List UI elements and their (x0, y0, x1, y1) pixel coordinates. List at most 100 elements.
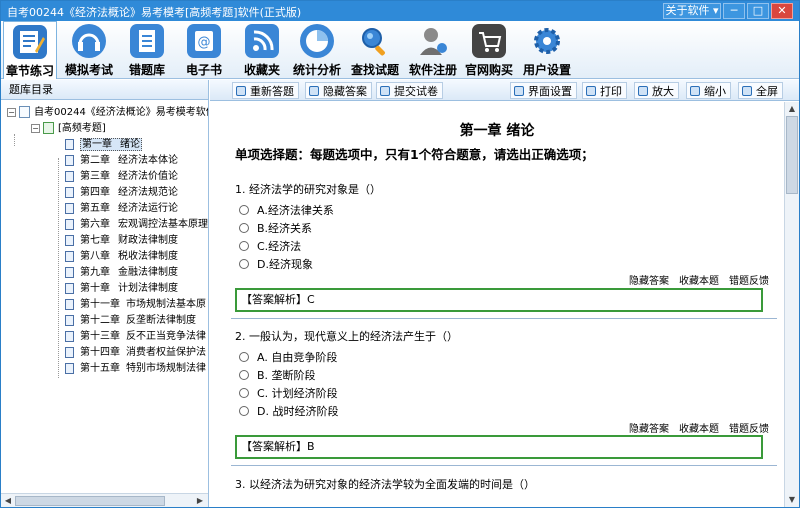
tree-chapter-12[interactable]: 第十二章 反垄断法律制度 (65, 313, 196, 329)
tree-chapter-10[interactable]: 第十章 计划法律制度 (65, 281, 178, 297)
tree-chapter-5[interactable]: 第五章 经济法运行论 (65, 201, 178, 217)
document-icon (65, 154, 74, 166)
toolbar-label: 查找试题 (350, 63, 399, 77)
hide-answers-button[interactable]: 隐藏答案 (305, 82, 372, 99)
tree-root[interactable]: − 自考00244《经济法概论》易考模考软件 (7, 105, 208, 121)
zoom-in-button[interactable]: 放大 (634, 82, 679, 99)
hide-answer-link[interactable]: 隐藏答案 (629, 424, 669, 435)
tree-group[interactable]: − [高频考题] (31, 121, 106, 137)
report-error-link[interactable]: 错题反馈 (729, 276, 769, 287)
toolbar-ebook[interactable]: @ 电子书 (177, 21, 231, 79)
tree-chapter-6[interactable]: 第六章 宏观调控法基本原理 (65, 217, 208, 233)
close-button[interactable]: ✕ (771, 3, 793, 19)
collapse-icon[interactable]: − (31, 123, 40, 133)
tree-chapter-4[interactable]: 第四章 经济法规范论 (65, 185, 178, 201)
toolbar-label: 软件注册 (408, 63, 457, 77)
tree-chapter-8[interactable]: 第八章 税收法律制度 (65, 249, 178, 265)
tree-chapter-1[interactable]: 第一章 绪论 (65, 137, 142, 153)
about-software-button[interactable]: 关于软件 ▾ (663, 3, 721, 19)
toolbar-user-settings[interactable]: 用户设置 (519, 21, 575, 79)
toolbar-favorites[interactable]: 收藏夹 (235, 21, 289, 79)
window-title: 自考00244《经济法概论》易考模考[高频考题]软件(正式版) (7, 6, 302, 19)
scroll-left-icon[interactable]: ◀ (2, 495, 14, 507)
option-b[interactable]: B.经济关系 (239, 220, 312, 236)
zoom-out-icon (690, 86, 700, 96)
folder-icon (43, 122, 54, 134)
toolbar-label: 统计分析 (292, 63, 341, 77)
reset-answers-button[interactable]: 重新答题 (232, 82, 299, 99)
collapse-icon[interactable]: − (7, 107, 16, 117)
document-icon (65, 346, 74, 358)
document-icon (65, 202, 74, 214)
rss-icon (245, 24, 279, 58)
option-b[interactable]: B. 垄断阶段 (239, 367, 316, 383)
scroll-up-icon[interactable]: ▲ (786, 103, 798, 115)
toolbar-buy[interactable]: 官网购买 (461, 21, 517, 79)
refresh-icon (236, 86, 246, 96)
document-icon (65, 282, 74, 294)
favorite-link[interactable]: 收藏本题 (679, 276, 719, 287)
radio-icon[interactable] (239, 352, 249, 362)
tree-chapter-7[interactable]: 第七章 财政法律制度 (65, 233, 178, 249)
tree-chapter-9[interactable]: 第九章 金融法律制度 (65, 265, 178, 281)
tree-chapter-13[interactable]: 第十三章 反不正当竞争法律 (65, 329, 206, 345)
answer-explanation: 【答案解析】C (235, 288, 763, 312)
minimize-button[interactable]: ─ (723, 3, 745, 19)
radio-icon[interactable] (239, 223, 249, 233)
scrollbar-thumb[interactable] (15, 496, 165, 506)
radio-icon[interactable] (239, 370, 249, 380)
option-a[interactable]: A.经济法律关系 (239, 202, 334, 218)
pie-chart-icon (300, 24, 334, 58)
document-icon (65, 234, 74, 246)
radio-icon[interactable] (239, 388, 249, 398)
hide-answer-link[interactable]: 隐藏答案 (629, 276, 669, 287)
question-instruction: 单项选择题：每题选项中，只有1个符合题意，请选出正确选项； (235, 147, 594, 162)
document-icon (65, 186, 74, 198)
radio-icon[interactable] (239, 205, 249, 215)
tree-chapter-2[interactable]: 第二章 经济法本体论 (65, 153, 178, 169)
toolbar-statistics[interactable]: 统计分析 (289, 21, 345, 79)
toolbar-wrong-bank[interactable]: 错题库 (119, 21, 175, 79)
radio-icon[interactable] (239, 406, 249, 416)
scrollbar-thumb[interactable] (786, 116, 798, 194)
document-icon (65, 138, 74, 150)
print-button[interactable]: 打印 (582, 82, 627, 99)
submit-paper-button[interactable]: 提交试卷 (376, 82, 443, 99)
content-vertical-scrollbar[interactable]: ▲ ▼ (784, 102, 799, 507)
scroll-right-icon[interactable]: ▶ (194, 495, 206, 507)
scroll-down-icon[interactable]: ▼ (786, 494, 798, 506)
option-c[interactable]: C.经济法 (239, 238, 301, 254)
fullscreen-button[interactable]: 全屏 (738, 82, 783, 99)
document-icon (65, 314, 74, 326)
tree-chapter-14[interactable]: 第十四章 消费者权益保护法 (65, 345, 206, 361)
radio-icon[interactable] (239, 241, 249, 251)
option-a[interactable]: A. 自由竞争阶段 (239, 349, 337, 365)
toolbar-chapter-practice[interactable]: 章节练习 (3, 21, 57, 79)
tree-chapter-15[interactable]: 第十五章 特别市场规制法律 (65, 361, 206, 377)
catalog-panel: 题库目录 − 自考00244《经济法概论》易考模考软件 − [高频考题] 第一章 绪论… (1, 80, 209, 507)
toolbar-mock-exam[interactable]: 模拟考试 (59, 21, 119, 79)
title-bar: 自考00244《经济法概论》易考模考[高频考题]软件(正式版) 关于软件 ▾ ─… (1, 1, 799, 21)
interface-settings-button[interactable]: 界面设置 (510, 82, 577, 99)
tree-chapter-3[interactable]: 第三章 经济法价值论 (65, 169, 178, 185)
question-text: 3. 以经济法为研究对象的经济法学较为全面发端的时间是（） (235, 478, 535, 491)
toolbar-search[interactable]: 查找试题 (347, 21, 403, 79)
option-d[interactable]: D. 战时经济阶段 (239, 403, 338, 419)
document-icon (65, 298, 74, 310)
toolbar-register[interactable]: 软件注册 (405, 21, 461, 79)
tree-chapter-11[interactable]: 第十一章 市场规制法基本原 (65, 297, 206, 313)
toolbar-label: 用户设置 (522, 63, 571, 77)
settings-icon (514, 86, 524, 96)
svg-text:@: @ (198, 35, 211, 50)
app-window: 自考00244《经济法概论》易考模考[高频考题]软件(正式版) 关于软件 ▾ ─… (0, 0, 800, 508)
option-c[interactable]: C. 计划经济阶段 (239, 385, 338, 401)
maximize-button[interactable]: □ (747, 3, 769, 19)
radio-icon[interactable] (239, 259, 249, 269)
tree-guide-line (14, 134, 15, 146)
favorite-link[interactable]: 收藏本题 (679, 424, 719, 435)
catalog-horizontal-scrollbar[interactable]: ◀ ▶ (1, 493, 208, 507)
option-d[interactable]: D.经济现象 (239, 256, 313, 272)
zoom-in-icon (638, 86, 648, 96)
zoom-out-button[interactable]: 缩小 (686, 82, 731, 99)
report-error-link[interactable]: 错题反馈 (729, 424, 769, 435)
